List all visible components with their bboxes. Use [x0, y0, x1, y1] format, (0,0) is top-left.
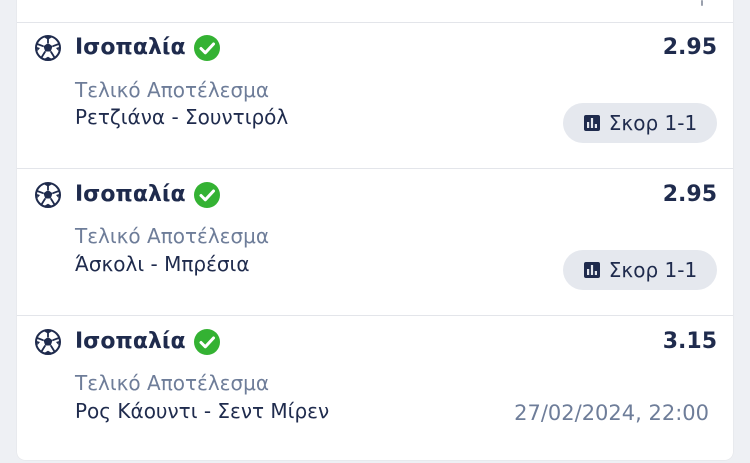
bet-item: Ισοπαλία 3.15 Τελικό Αποτέλεσμα Ρος Κάου…: [17, 317, 733, 463]
market-name: Τελικό Αποτέλεσμα: [75, 224, 270, 248]
selection-name: Ισοπαλία: [75, 329, 186, 354]
soccer-ball-icon: [35, 329, 61, 355]
market-name: Τελικό Αποτέλεσμα: [75, 78, 270, 102]
bar-chart-icon: [583, 262, 600, 278]
bet-slip-card: Ισοπαλία 2.95 Τελικό Αποτέλεσμα Ρετζιάνα…: [17, 0, 733, 460]
divider: [17, 168, 733, 169]
check-circle-icon: [194, 35, 220, 61]
divider: [17, 315, 733, 316]
check-circle-icon: [194, 329, 220, 355]
selection-name: Ισοπαλία: [75, 182, 186, 207]
soccer-ball-icon: [35, 35, 61, 61]
match-name: Άσκολι - Μπρέσια: [75, 252, 250, 276]
score-chip[interactable]: Σκορ 1-1: [563, 250, 717, 290]
check-circle-icon: [194, 182, 220, 208]
odds-value: 3.15: [662, 329, 717, 354]
odds-value: 2.95: [662, 35, 717, 60]
score-chip-label: Σκορ 1-1: [608, 111, 698, 135]
scroll-indicator: [701, 0, 703, 6]
market-name: Τελικό Αποτέλεσμα: [75, 371, 270, 395]
match-datetime: 27/02/2024, 22:00: [514, 401, 709, 425]
match-name: Ρετζιάνα - Σουντιρόλ: [75, 105, 289, 129]
bet-item: Ισοπαλία 2.95 Τελικό Αποτέλεσμα Ρετζιάνα…: [17, 23, 733, 169]
bet-item: Ισοπαλία 2.95 Τελικό Αποτέλεσμα Άσκολι -…: [17, 170, 733, 316]
odds-value: 2.95: [662, 182, 717, 207]
match-name: Ρος Κάουντι - Σεντ Μίρεν: [75, 399, 330, 423]
bar-chart-icon: [583, 115, 600, 131]
score-chip-label: Σκορ 1-1: [608, 258, 698, 282]
selection-name: Ισοπαλία: [75, 35, 186, 60]
score-chip[interactable]: Σκορ 1-1: [563, 103, 717, 143]
soccer-ball-icon: [35, 182, 61, 208]
